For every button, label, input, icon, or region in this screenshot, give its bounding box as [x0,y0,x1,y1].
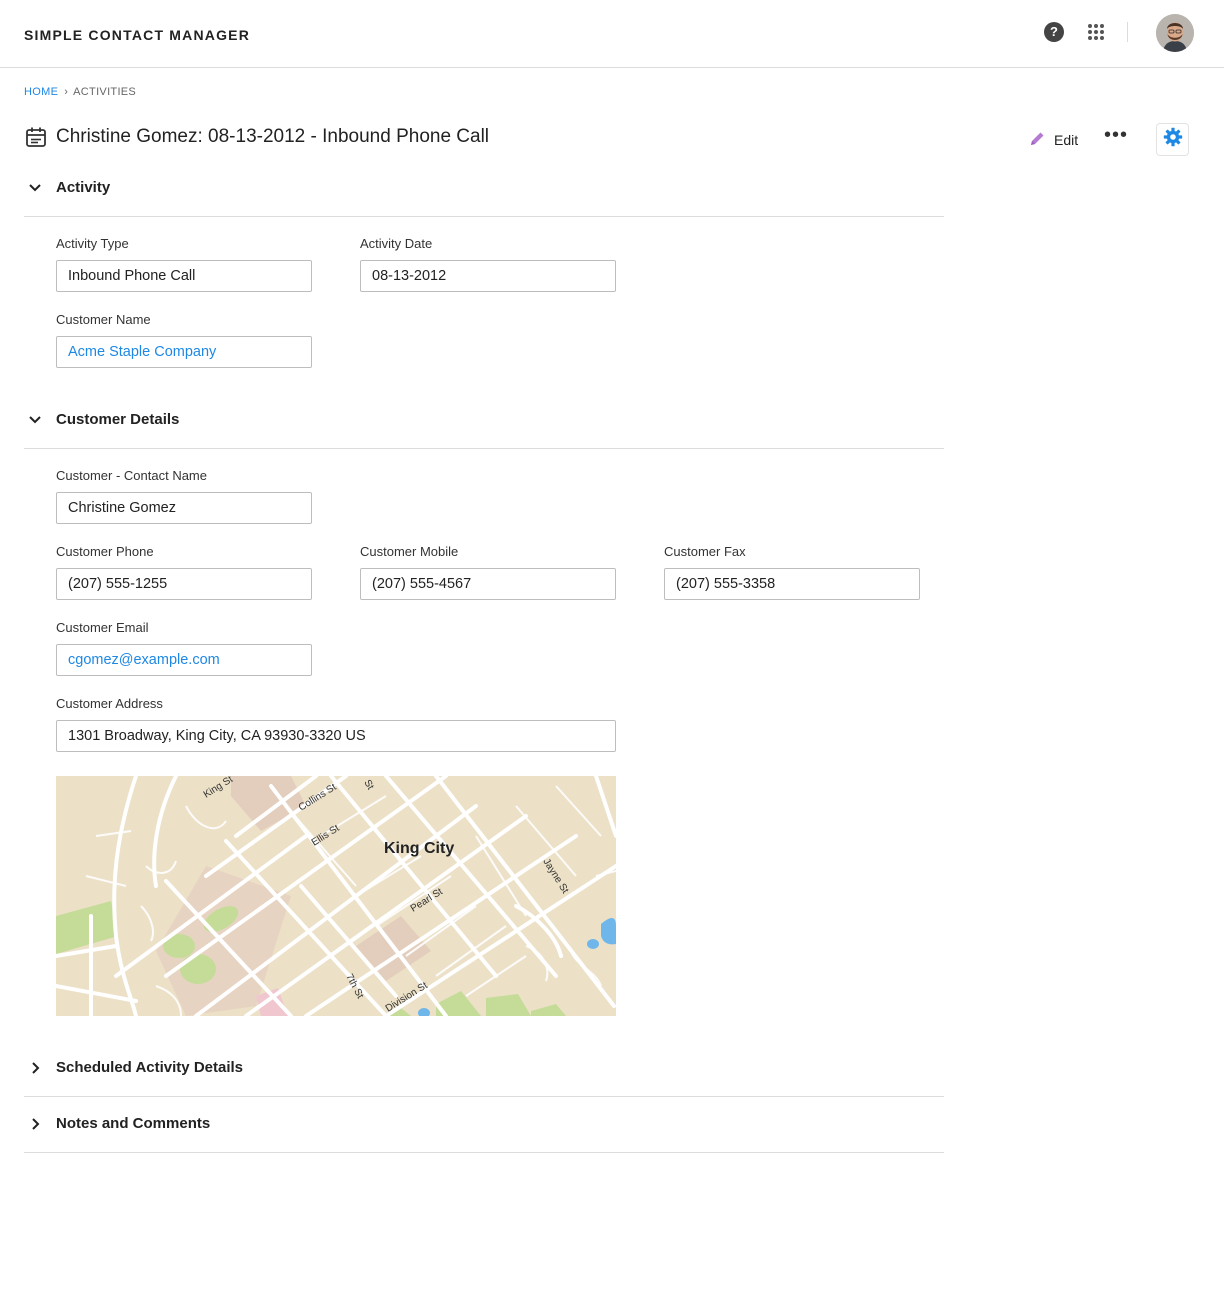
section-divider [24,216,944,217]
customer-address-field: 1301 Broadway, King City, CA 93930-3320 … [56,720,616,752]
section-notes-toggle[interactable]: Notes and Comments [24,1115,944,1171]
app-title: SIMPLE CONTACT MANAGER [24,27,251,43]
customer-phone-field: (207) 555-1255 [56,568,312,600]
activity-type-label: Activity Type [56,236,129,251]
chevron-down-icon [26,411,44,429]
gear-icon [1163,127,1183,152]
section-customer-details-label: Customer Details [56,411,180,428]
customer-name-link[interactable]: Acme Staple Company [56,336,312,368]
section-scheduled-toggle[interactable]: Scheduled Activity Details [24,1059,944,1115]
calendar-record-icon [25,126,47,148]
customer-mobile-field: (207) 555-4567 [360,568,616,600]
section-divider [24,1152,944,1153]
chevron-down-icon [26,179,44,197]
contact-name-label: Customer - Contact Name [56,468,207,483]
activity-type-field: Inbound Phone Call [56,260,312,292]
section-activity-toggle[interactable]: Activity [24,179,944,235]
section-notes-label: Notes and Comments [56,1115,211,1132]
section-activity-label: Activity [56,179,111,196]
topbar-divider [1127,22,1128,42]
breadcrumb-current: ACTIVITIES [73,86,137,98]
map-city-label: King City [384,840,454,857]
customer-email-label: Customer Email [56,620,149,635]
edit-button-label: Edit [1054,132,1079,148]
user-avatar[interactable] [1156,14,1194,52]
map-canvas: King St Collins St Ellis St St Jayne St … [56,776,616,1016]
customer-email-link[interactable]: cgomez@example.com [56,644,312,676]
customer-mobile-label: Customer Mobile [360,544,459,559]
customer-name-label: Customer Name [56,312,151,327]
activity-date-label: Activity Date [360,236,433,251]
help-icon[interactable]: ? [1044,22,1064,42]
customer-fax-label: Customer Fax [664,544,746,559]
app-launcher-icon[interactable] [1087,23,1105,41]
edit-button[interactable]: Edit [1028,127,1078,153]
section-divider [24,448,944,449]
customer-fax-field: (207) 555-3358 [664,568,920,600]
page-title: Christine Gomez: 08-13-2012 - Inbound Ph… [56,126,490,147]
breadcrumb-home-link[interactable]: HOME [24,86,58,98]
chevron-right-icon [26,1059,44,1077]
section-scheduled-label: Scheduled Activity Details [56,1059,244,1076]
top-bar: SIMPLE CONTACT MANAGER ? [0,0,1224,68]
customer-phone-label: Customer Phone [56,544,154,559]
breadcrumb-separator-icon: › [64,86,69,98]
more-actions-button[interactable]: ••• [1104,125,1128,150]
customer-address-label: Customer Address [56,696,163,711]
settings-button[interactable] [1156,123,1189,156]
section-customer-details-toggle[interactable]: Customer Details [24,411,944,467]
address-map[interactable]: King St Collins St Ellis St St Jayne St … [56,776,616,1016]
chevron-right-icon [26,1115,44,1133]
activity-date-field: 08-13-2012 [360,260,616,292]
breadcrumb: HOME › ACTIVITIES [24,86,136,98]
section-divider [24,1096,944,1097]
contact-name-field: Christine Gomez [56,492,312,524]
pencil-icon [1028,130,1046,151]
